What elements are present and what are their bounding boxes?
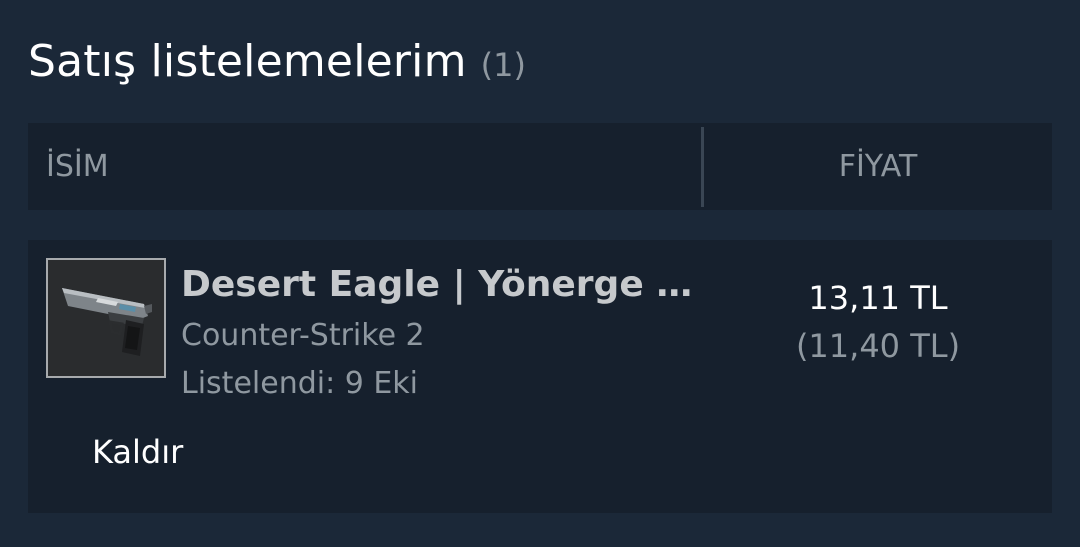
price-block: 13,11 TL (11,40 TL)	[704, 276, 1052, 368]
desert-eagle-pistol-icon	[48, 260, 164, 376]
item-name[interactable]: Desert Eagle | Yönerge (…	[181, 264, 701, 305]
column-header-name: İSİM	[46, 149, 109, 184]
seller-receives-price: (11,40 TL)	[795, 327, 961, 365]
table-header: İSİM FİYAT	[28, 123, 1052, 210]
item-game: Counter-Strike 2	[181, 318, 425, 353]
column-header-price: FİYAT	[838, 149, 918, 184]
listed-date: Listelendi: 9 Eki	[181, 366, 419, 401]
listing-row: Desert Eagle | Yönerge (… Counter-Strike…	[28, 240, 1052, 513]
item-thumbnail[interactable]	[46, 258, 166, 378]
remove-listing-button[interactable]: Kaldır	[92, 433, 183, 471]
listing-count: (1)	[480, 46, 526, 84]
buyer-price: 13,11 TL	[808, 279, 948, 317]
section-title: Satış listelemelerim (1)	[28, 36, 526, 96]
section-title-text: Satış listelemelerim	[28, 36, 467, 87]
